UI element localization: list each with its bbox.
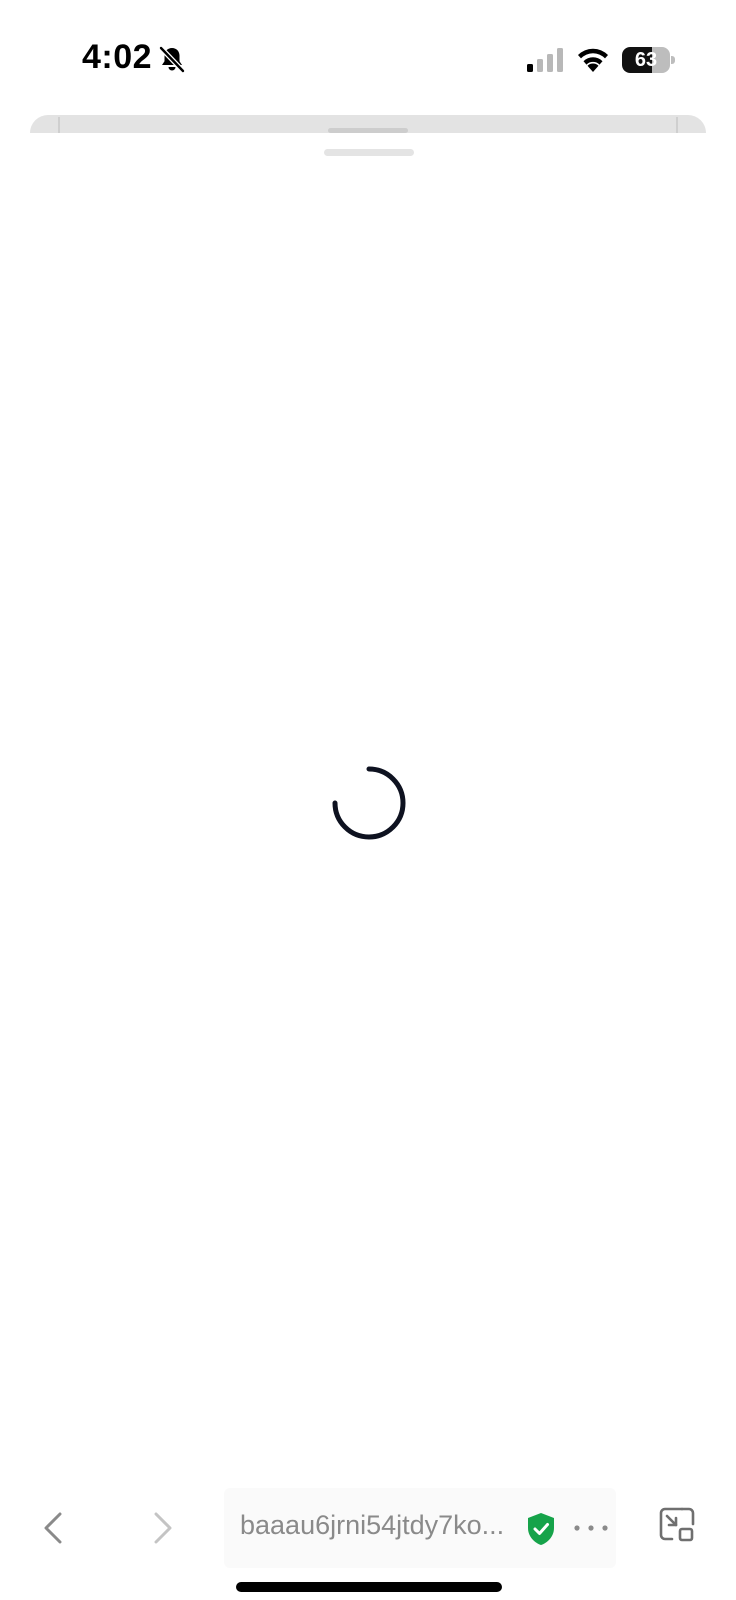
status-time: 4:02 bbox=[82, 38, 153, 76]
sheet-grabber[interactable] bbox=[324, 149, 414, 156]
sheet-edge-right bbox=[676, 117, 678, 133]
chevron-right-icon[interactable] bbox=[148, 1506, 178, 1550]
loading-spinner-icon bbox=[332, 766, 406, 840]
sheet-bar bbox=[328, 128, 408, 133]
minimize-window-icon[interactable] bbox=[658, 1506, 696, 1544]
battery-percent: 63 bbox=[634, 49, 658, 71]
cellular-signal-icon bbox=[527, 48, 563, 72]
wifi-icon bbox=[578, 48, 608, 72]
status-bar: 4:02 63 bbox=[0, 0, 736, 110]
chevron-left-icon[interactable] bbox=[38, 1506, 68, 1550]
battery-icon: 63 bbox=[622, 47, 670, 73]
bell-slash-icon bbox=[159, 46, 185, 73]
address-bar[interactable]: baaau6jrni54jtdy7ko... bbox=[224, 1488, 616, 1568]
sheet-edge-left bbox=[58, 117, 60, 133]
background-sheet bbox=[30, 115, 706, 133]
verified-shield-icon bbox=[528, 1513, 554, 1545]
more-horizontal-icon[interactable] bbox=[571, 1522, 611, 1534]
home-indicator[interactable] bbox=[236, 1582, 502, 1592]
battery-cap bbox=[671, 56, 675, 64]
url-text[interactable]: baaau6jrni54jtdy7ko... bbox=[240, 1510, 522, 1541]
